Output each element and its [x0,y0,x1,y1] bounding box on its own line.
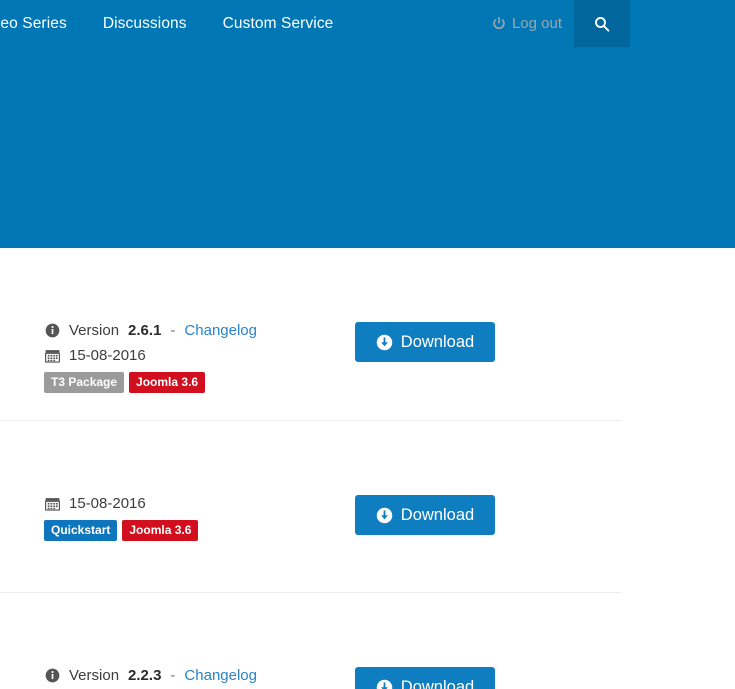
logout-label: Log out [511,15,562,32]
download-button[interactable]: Download [355,322,495,362]
logout-button[interactable]: Log out [480,0,574,47]
download-row-action: Download [309,593,495,689]
calendar-icon [44,348,60,364]
download-row-info: Version 2.2.3 - Changelog [44,593,309,689]
nav-link-custom-service[interactable]: Custom Service [205,0,352,47]
download-button[interactable]: Download [355,495,495,535]
badge-group: T3 Package Joomla 3.6 [44,372,309,393]
status-badge: T3 Package [44,372,125,393]
top-navbar: Video Series Discussions Custom Service … [0,0,735,47]
version-line: Version 2.2.3 - Changelog [44,667,309,684]
changelog-link[interactable]: Changelog [184,667,257,684]
download-button[interactable]: Download [355,667,495,689]
download-button-label: Download [400,332,475,351]
search-icon [595,16,610,32]
download-row-info: 15-08-2016 Quickstart Joomla 3.6 [44,421,309,541]
version-number: 2.6.1 [128,322,162,339]
download-row: Version 2.2.3 - Changelog Download [0,592,621,689]
version-line: Version 2.6.1 - Changelog [44,322,309,339]
info-circle-icon [44,668,60,684]
changelog-link[interactable]: Changelog [184,322,257,339]
date-line: 15-08-2016 [44,495,309,512]
date-line: 15-08-2016 [44,347,309,364]
version-separator: - [170,667,176,684]
release-date: 15-08-2016 [69,495,146,512]
power-icon [492,16,506,31]
nav-link-video-series[interactable]: Video Series [0,0,85,47]
status-badge: Quickstart [44,520,118,541]
badge-group: Quickstart Joomla 3.6 [44,520,309,541]
download-circle-icon [376,507,393,524]
navbar-right-group: Log out [480,0,630,47]
download-row: 15-08-2016 Quickstart Joomla 3.6 Downloa… [0,420,621,592]
search-toggle-button[interactable] [574,0,630,47]
download-button-label: Download [400,677,475,689]
download-row-action: Download [309,248,495,362]
download-row: Version 2.6.1 - Changelog 15-08-2016 T3 … [0,248,621,420]
nav-link-discussions[interactable]: Discussions [85,0,205,47]
version-number: 2.2.3 [128,667,162,684]
status-badge: Joomla 3.6 [122,520,199,541]
calendar-icon [44,496,60,512]
info-circle-icon [44,323,60,339]
version-label: Version [69,667,120,684]
hero-banner: ving fun! [0,47,735,248]
download-row-action: Download [309,421,495,535]
version-label: Version [69,322,120,339]
download-circle-icon [376,334,393,351]
download-circle-icon [376,679,393,689]
download-row-info: Version 2.6.1 - Changelog 15-08-2016 T3 … [44,248,309,393]
status-badge: Joomla 3.6 [129,372,206,393]
download-list: Version 2.6.1 - Changelog 15-08-2016 T3 … [0,248,735,689]
download-button-label: Download [400,505,475,524]
navbar-links: Video Series Discussions Custom Service [0,0,351,47]
page-root: Video Series Discussions Custom Service … [0,0,735,689]
release-date: 15-08-2016 [69,347,146,364]
version-separator: - [170,322,176,339]
